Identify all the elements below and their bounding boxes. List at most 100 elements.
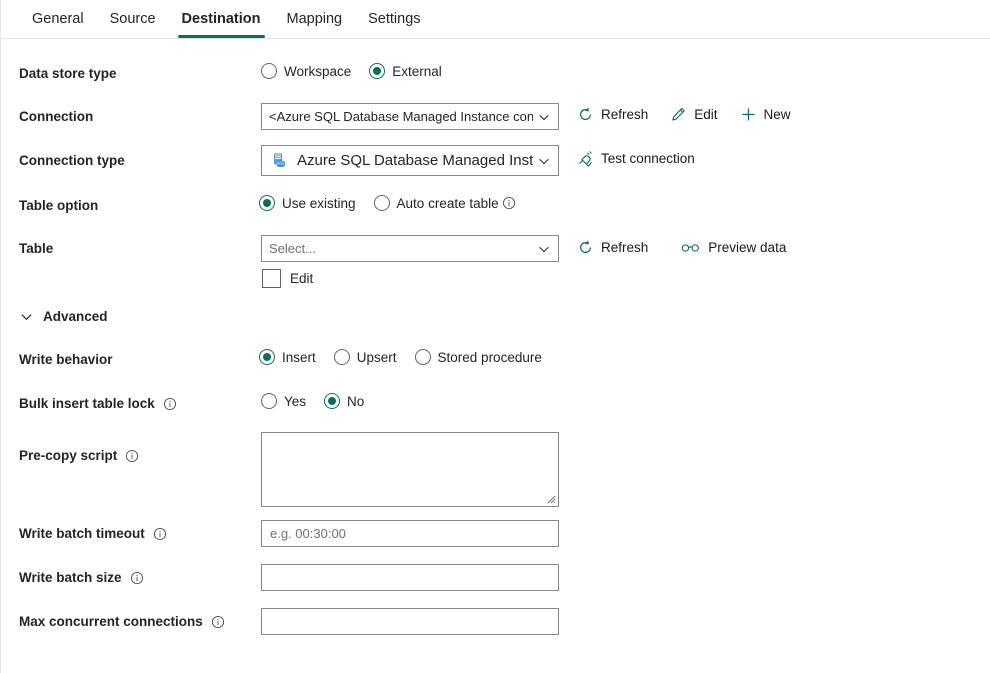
destination-settings-panel: General Source Destination Mapping Setti… — [0, 0, 990, 673]
advanced-section-toggle[interactable]: Advanced — [19, 309, 108, 324]
chevron-down-icon — [539, 158, 549, 164]
radio-yes[interactable]: Yes — [261, 393, 306, 409]
radio-auto-create-table[interactable]: Auto create table — [373, 195, 516, 211]
info-icon[interactable] — [211, 615, 225, 629]
tab-label: General — [32, 11, 84, 27]
connection-type-label: Connection type — [19, 153, 125, 168]
table-actions: Refresh Preview data — [577, 239, 808, 256]
pencil-icon — [672, 107, 686, 121]
bulk-insert-table-lock-radio-group: Yes No — [261, 393, 364, 409]
radio-workspace[interactable]: Workspace — [261, 63, 351, 79]
radio-indicator — [414, 349, 431, 365]
max-concurrent-connections-label: Max concurrent connections — [19, 614, 225, 629]
test-connection-label: Test connection — [601, 151, 695, 166]
tab-label: Mapping — [286, 11, 343, 27]
tab-destination[interactable]: Destination — [169, 0, 274, 38]
radio-label: Upsert — [356, 349, 397, 365]
write-batch-size-field[interactable] — [261, 564, 559, 591]
edit-connection-button[interactable]: Edit — [670, 106, 718, 123]
radio-indicator — [369, 63, 386, 79]
connection-type-value: Azure SQL Database Managed Insta... — [297, 152, 533, 169]
info-icon[interactable] — [130, 571, 144, 585]
test-connection-button[interactable]: Test connection — [577, 150, 695, 167]
tab-settings[interactable]: Settings — [355, 0, 433, 38]
write-batch-timeout-input[interactable] — [261, 520, 559, 547]
connection-dropdown[interactable]: <Azure SQL Database Managed Instance con… — [261, 103, 559, 130]
radio-indicator — [261, 63, 277, 79]
data-store-type-radio-group: Workspace External — [261, 63, 460, 79]
radio-indicator — [324, 393, 341, 409]
radio-label: Stored procedure — [437, 349, 542, 365]
refresh-label: Refresh — [601, 240, 649, 255]
pre-copy-script-label: Pre-copy script — [19, 448, 139, 463]
radio-label: Yes — [284, 393, 307, 409]
tab-label: Settings — [368, 11, 421, 27]
write-batch-timeout-field[interactable] — [261, 520, 559, 547]
refresh-icon — [580, 240, 592, 254]
radio-stored-procedure[interactable]: Stored procedure — [414, 349, 542, 365]
row-pre-copy-script: Pre-copy script — [1, 432, 990, 507]
tab-label: Source — [109, 11, 156, 27]
radio-label: Auto create table — [396, 195, 499, 211]
radio-indicator — [259, 195, 275, 211]
chevron-down-icon — [539, 114, 549, 120]
max-concurrent-connections-input[interactable] — [261, 608, 559, 635]
radio-indicator — [373, 195, 390, 211]
preview-data-label: Preview data — [708, 240, 787, 255]
refresh-label: Refresh — [601, 107, 649, 122]
write-behavior-radio-group: Insert Upsert Stored procedure — [259, 349, 542, 365]
new-connection-button[interactable]: New — [740, 106, 791, 123]
radio-indicator — [261, 393, 277, 409]
max-concurrent-connections-field[interactable] — [261, 608, 559, 635]
info-icon[interactable] — [153, 527, 167, 541]
edit-label: Edit — [694, 107, 718, 122]
table-edit-checkbox[interactable]: Edit — [262, 269, 313, 288]
write-batch-size-input[interactable] — [261, 564, 559, 591]
radio-insert[interactable]: Insert — [259, 349, 316, 365]
table-placeholder: Select... — [269, 241, 316, 256]
connection-value: <Azure SQL Database Managed Instance con… — [269, 109, 533, 124]
radio-upsert[interactable]: Upsert — [333, 349, 397, 365]
refresh-table-button[interactable]: Refresh — [577, 239, 648, 256]
table-option-label: Table option — [19, 198, 99, 213]
connection-actions: Refresh Edit New — [577, 106, 813, 123]
radio-label: Workspace — [284, 63, 352, 79]
radio-label: No — [347, 393, 365, 409]
radio-label: External — [392, 63, 442, 79]
radio-indicator — [259, 349, 275, 365]
preview-data-button[interactable]: Preview data — [680, 239, 786, 256]
azure-sql-database-icon: SQL — [274, 153, 286, 168]
chevron-down-icon — [21, 314, 32, 321]
tab-label: Destination — [181, 11, 261, 27]
tab-bar: General Source Destination Mapping Setti… — [1, 0, 990, 39]
info-icon[interactable] — [163, 397, 177, 411]
write-batch-size-label: Write batch size — [19, 570, 144, 585]
connection-type-dropdown[interactable]: SQL Azure SQL Database Managed Insta... — [261, 145, 559, 176]
plus-icon — [742, 108, 755, 121]
test-connection-icon — [579, 151, 592, 167]
chevron-down-icon — [539, 246, 549, 252]
advanced-label: Advanced — [43, 309, 108, 324]
refresh-icon — [580, 107, 592, 121]
radio-external[interactable]: External — [369, 63, 442, 79]
data-store-type-label: Data store type — [19, 66, 117, 81]
pre-copy-script-input[interactable] — [261, 432, 559, 507]
bulk-insert-table-lock-label: Bulk insert table lock — [19, 396, 177, 411]
table-option-radio-group: Use existing Auto create table — [259, 195, 516, 211]
info-icon[interactable] — [125, 449, 139, 463]
connection-label: Connection — [19, 109, 94, 124]
radio-use-existing[interactable]: Use existing — [259, 195, 356, 211]
refresh-connection-button[interactable]: Refresh — [577, 106, 648, 123]
tab-source[interactable]: Source — [97, 0, 169, 38]
pre-copy-script-field[interactable] — [261, 432, 559, 507]
svg-text:SQL: SQL — [277, 161, 286, 166]
checkbox-label: Edit — [290, 271, 314, 286]
info-icon[interactable] — [502, 196, 516, 210]
table-label: Table — [19, 241, 54, 256]
new-label: New — [763, 107, 791, 122]
table-dropdown[interactable]: Select... — [261, 235, 559, 262]
tab-mapping[interactable]: Mapping — [274, 0, 356, 38]
tab-general[interactable]: General — [19, 0, 97, 38]
write-batch-timeout-label: Write batch timeout — [19, 526, 167, 541]
radio-no[interactable]: No — [324, 393, 364, 409]
